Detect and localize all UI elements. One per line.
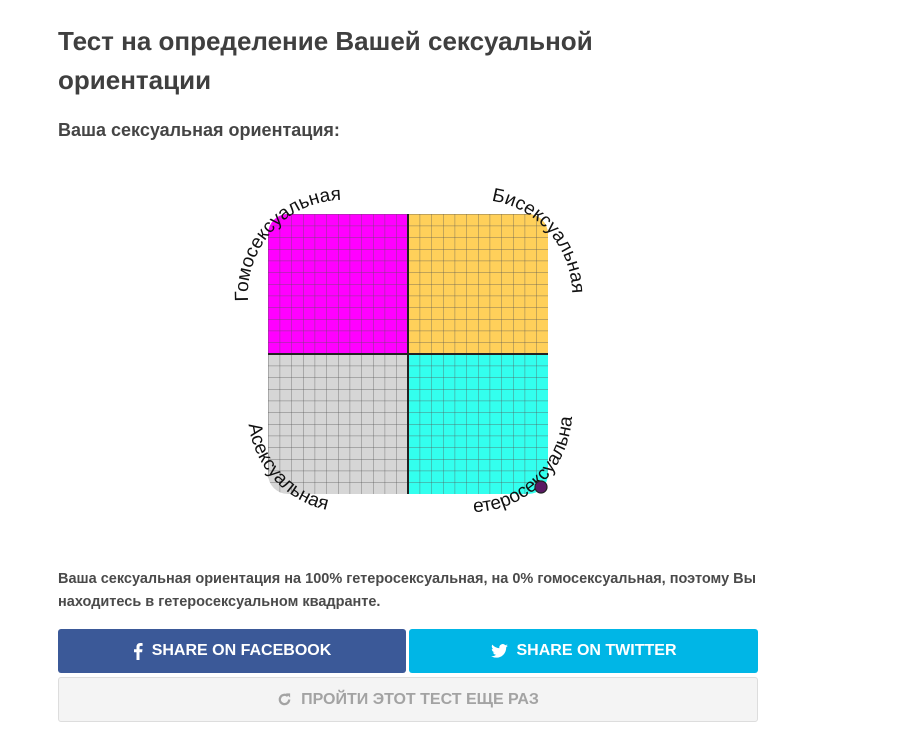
result-text: Ваша сексуальная ориентация на 100% гете… [58,571,757,610]
refresh-icon [277,692,292,707]
retake-test-button[interactable]: ПРОЙТИ ЭТОТ ТЕСТ ЕЩЕ РАЗ [58,677,758,722]
orientation-chart: Гомосексуальная Бисексуальная Асексуальн… [220,170,588,517]
result-marker [534,480,548,494]
result-heading: Ваша сексуальная ориентация: [58,120,340,140]
page-title: Тест на определение Вашей сексуальной ор… [58,26,593,95]
share-facebook-label: SHARE ON FACEBOOK [151,642,332,659]
twitter-icon [490,644,508,658]
share-facebook-button[interactable]: SHARE ON FACEBOOK [58,629,406,673]
share-twitter-label: SHARE ON TWITTER [516,642,677,659]
retake-test-label: ПРОЙТИ ЭТОТ ТЕСТ ЕЩЕ РАЗ [301,690,539,708]
share-twitter-button[interactable]: SHARE ON TWITTER [409,629,758,673]
facebook-icon [133,642,143,660]
